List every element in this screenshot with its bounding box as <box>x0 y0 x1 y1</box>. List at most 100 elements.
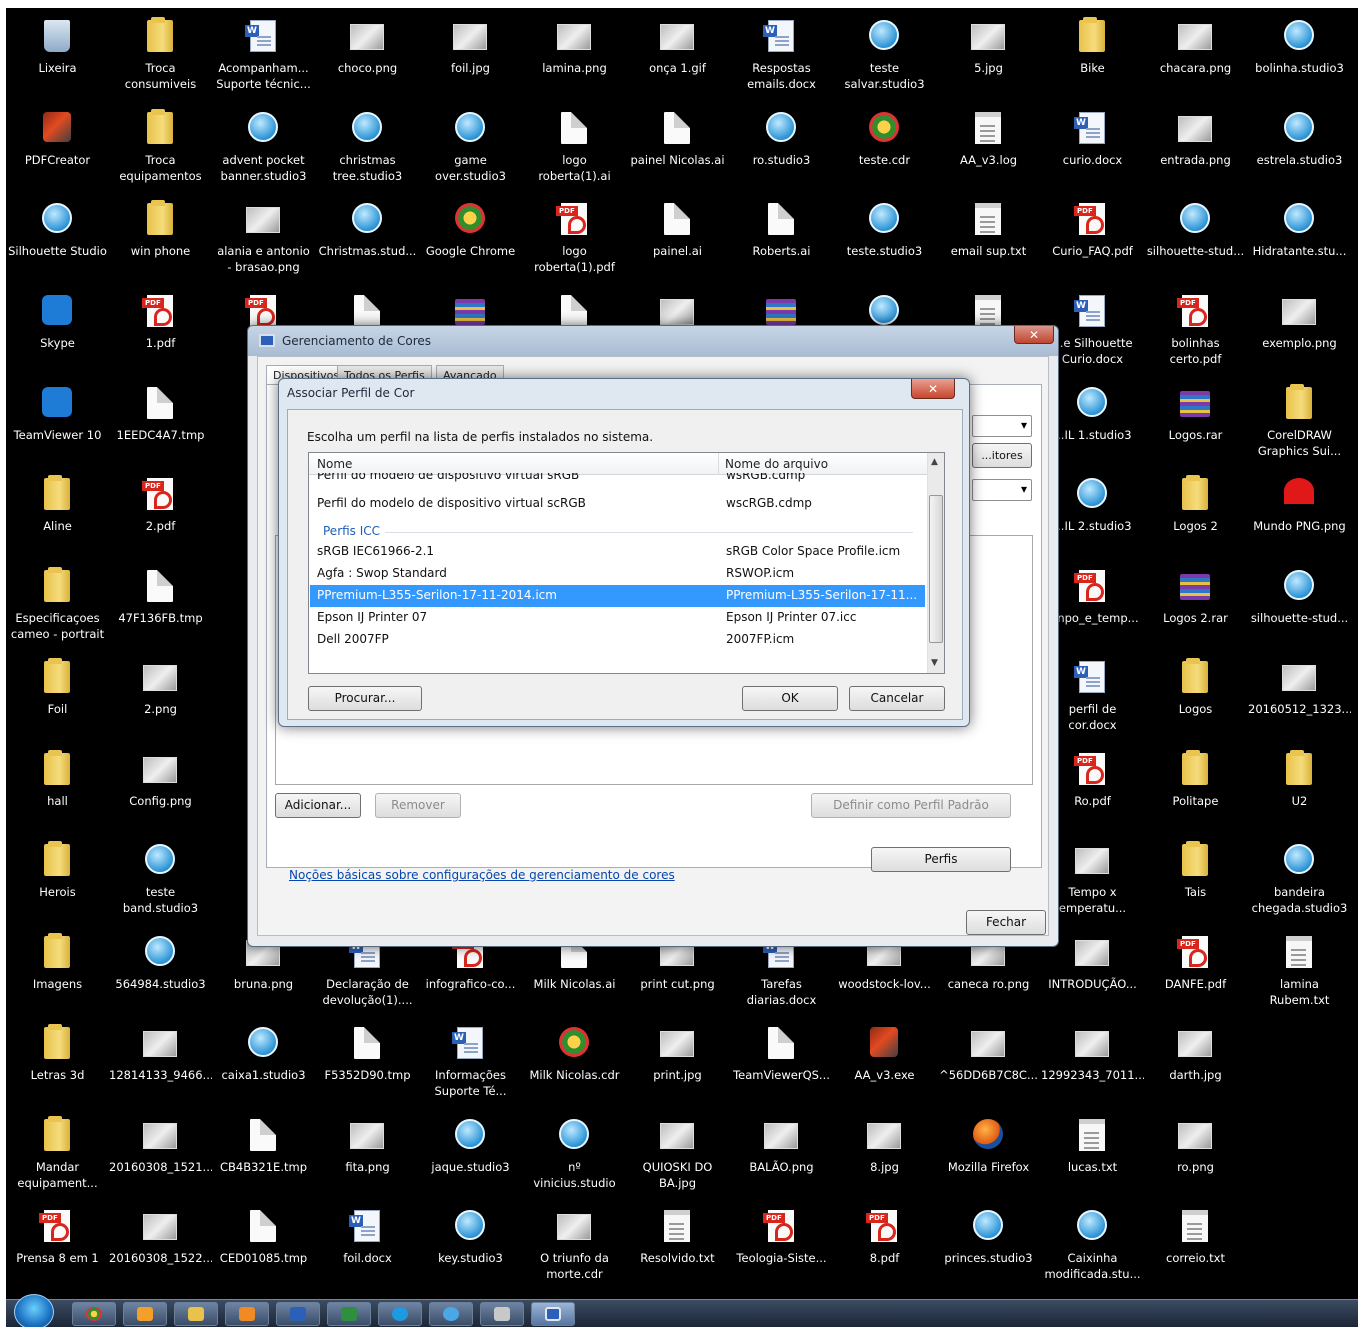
desktop-icon[interactable]: F5352D90.tmp <box>316 1021 419 1109</box>
desktop-icon[interactable]: teste.studio3 <box>833 197 936 285</box>
profiles-button[interactable]: Perfis <box>871 847 1011 872</box>
desktop-icon[interactable]: christmas tree.studio3 <box>316 106 419 194</box>
desktop-icon[interactable]: Prensa 8 em 1 <box>6 1204 109 1292</box>
desktop-icon[interactable]: silhouette-stud... <box>1248 564 1351 652</box>
desktop-icon[interactable]: estrela.studio3 <box>1248 106 1351 194</box>
desktop-icon[interactable]: lucas.txt <box>1041 1113 1144 1201</box>
desktop-icon[interactable]: key.studio3 <box>419 1204 522 1292</box>
desktop-icon[interactable]: curio.docx <box>1041 106 1144 194</box>
desktop-icon[interactable]: Skype <box>6 289 109 377</box>
taskbar-silhouette[interactable] <box>429 1302 473 1326</box>
desktop-icon[interactable]: 20160308_1521... <box>109 1113 212 1201</box>
list-item[interactable]: Agfa : Swop Standard RSWOP.icm <box>310 563 925 585</box>
desktop-icon[interactable]: 1.pdf <box>109 289 212 377</box>
desktop-icon[interactable]: DANFE.pdf <box>1144 930 1247 1018</box>
desktop-icon[interactable]: PDFCreator <box>6 106 109 194</box>
desktop-icon[interactable]: Tais <box>1144 838 1247 926</box>
desktop-icon[interactable]: AA_v3.log <box>937 106 1040 194</box>
desktop-icon[interactable]: caixa1.studio3 <box>212 1021 315 1109</box>
taskbar-chrome[interactable] <box>72 1302 116 1326</box>
desktop-icon[interactable]: Teologia-Siste... <box>730 1204 833 1292</box>
desktop-icon[interactable]: Respostas emails.docx <box>730 14 833 102</box>
desktop-icon[interactable]: Mozilla Firefox <box>937 1113 1040 1201</box>
desktop-icon[interactable]: Bike <box>1041 14 1144 102</box>
desktop-icon[interactable]: teste salvar.studio3 <box>833 14 936 102</box>
scrollbar-thumb[interactable] <box>929 495 943 643</box>
identify-monitors-button[interactable]: ...itores <box>972 443 1032 468</box>
taskbar-color-management[interactable] <box>531 1302 575 1326</box>
desktop-icon[interactable]: Christmas.stud... <box>316 197 419 285</box>
desktop-icon[interactable]: game over.studio3 <box>419 106 522 194</box>
ok-button[interactable]: OK <box>742 686 838 711</box>
desktop-icon[interactable]: painel.ai <box>626 197 729 285</box>
desktop-icon[interactable]: 564984.studio3 <box>109 930 212 1018</box>
desktop-icon[interactable]: Troca equipamentos <box>109 106 212 194</box>
list-item[interactable]: Perfil do modelo de dispositivo virtual … <box>310 493 925 515</box>
list-scrollbar[interactable]: ▲ ▼ <box>927 453 944 673</box>
desktop-icon[interactable]: advent pocket banner.studio3 <box>212 106 315 194</box>
desktop-icon[interactable]: QUIOSKI DO BA.jpg <box>626 1113 729 1201</box>
desktop-icon[interactable]: CED01085.tmp <box>212 1204 315 1292</box>
desktop-icon[interactable]: 12992343_7011... <box>1041 1021 1144 1109</box>
column-file[interactable]: Nome do arquivo <box>725 457 828 471</box>
desktop-icon[interactable]: Especificaçoes cameo - portrait <box>6 564 109 652</box>
desktop-icon[interactable]: Troca consumiveis <box>109 14 212 102</box>
dialog-close-button[interactable]: ✕ <box>911 379 955 399</box>
desktop-icon[interactable]: win phone <box>109 197 212 285</box>
desktop-icon[interactable]: 2.pdf <box>109 472 212 560</box>
desktop-icon[interactable]: nº vinicius.studio <box>523 1113 626 1201</box>
desktop-icon[interactable]: Caixinha modificada.stu... <box>1041 1204 1144 1292</box>
desktop-icon[interactable]: Imagens <box>6 930 109 1018</box>
start-button[interactable] <box>14 1294 54 1327</box>
desktop-icon[interactable]: Milk Nicolas.cdr <box>523 1021 626 1109</box>
desktop-icon[interactable]: Logos <box>1144 655 1247 743</box>
taskbar-explorer[interactable] <box>174 1302 218 1326</box>
list-item[interactable]: Dell 2007FP 2007FP.icm <box>310 629 925 651</box>
desktop-icon[interactable]: 20160512_1323... <box>1248 655 1351 743</box>
taskbar-excel[interactable] <box>327 1302 371 1326</box>
desktop-icon[interactable]: silhouette-stud... <box>1144 197 1247 285</box>
desktop-icon[interactable]: Resolvido.txt <box>626 1204 729 1292</box>
desktop-icon[interactable]: 8.pdf <box>833 1204 936 1292</box>
list-item[interactable]: sRGB IEC61966-2.1 sRGB Color Space Profi… <box>310 541 925 563</box>
color-management-titlebar[interactable]: Gerenciamento de Cores ✕ <box>248 326 1058 356</box>
desktop-icon[interactable]: Mandar equipament... <box>6 1113 109 1201</box>
scroll-up-icon[interactable]: ▲ <box>931 457 938 467</box>
desktop-icon[interactable]: Roberts.ai <box>730 197 833 285</box>
desktop-icon[interactable]: bandeira chegada.studio3 <box>1248 838 1351 926</box>
desktop-icon[interactable]: princes.studio3 <box>937 1204 1040 1292</box>
color-management-basics-link[interactable]: Noções básicas sobre configurações de ge… <box>289 868 675 882</box>
desktop-icon[interactable]: foil.jpg <box>419 14 522 102</box>
desktop-icon[interactable]: bolinha.studio3 <box>1248 14 1351 102</box>
desktop-icon[interactable]: 8.jpg <box>833 1113 936 1201</box>
desktop-icon[interactable]: teste band.studio3 <box>109 838 212 926</box>
desktop-icon[interactable]: logo roberta(1).pdf <box>523 197 626 285</box>
desktop-icon[interactable]: AA_v3.exe <box>833 1021 936 1109</box>
desktop-icon[interactable]: U2 <box>1248 747 1351 835</box>
list-item[interactable]: Perfil do modelo de dispositivo virtual … <box>310 473 925 487</box>
desktop-icon[interactable]: 12814133_9466... <box>109 1021 212 1109</box>
desktop-icon[interactable]: TeamViewerQS... <box>730 1021 833 1109</box>
profile-list[interactable]: Nome Nome do arquivo Perfil do modelo de… <box>308 452 945 674</box>
desktop-icon[interactable]: print.jpg <box>626 1021 729 1109</box>
desktop-icon[interactable]: Logos 2.rar <box>1144 564 1247 652</box>
close-button[interactable]: Fechar <box>966 910 1046 935</box>
desktop-icon[interactable]: Mundo PNG.png <box>1248 472 1351 560</box>
desktop-icon[interactable]: CorelDRAW Graphics Sui... <box>1248 381 1351 469</box>
desktop-icon[interactable]: entrada.png <box>1144 106 1247 194</box>
desktop-icon[interactable]: foil.docx <box>316 1204 419 1292</box>
taskbar-word[interactable] <box>276 1302 320 1326</box>
list-item-selected[interactable]: PPremium-L355-Serilon-17-11-2014.icm PPr… <box>310 585 925 607</box>
cancel-button[interactable]: Cancelar <box>849 686 945 711</box>
desktop-icon[interactable]: Acompanham... Suporte técnic... <box>212 14 315 102</box>
column-divider[interactable] <box>718 453 719 475</box>
desktop-icon[interactable]: CB4B321E.tmp <box>212 1113 315 1201</box>
desktop-icon[interactable]: jaque.studio3 <box>419 1113 522 1201</box>
desktop-icon[interactable]: onça 1.gif <box>626 14 729 102</box>
desktop-icon[interactable]: lamina Rubem.txt <box>1248 930 1351 1018</box>
desktop-icon[interactable]: bolinhas certo.pdf <box>1144 289 1247 377</box>
desktop-icon[interactable]: darth.jpg <box>1144 1021 1247 1109</box>
desktop-icon[interactable]: Config.png <box>109 747 212 835</box>
desktop-icon[interactable]: Letras 3d <box>6 1021 109 1109</box>
browse-button[interactable]: Procurar... <box>308 686 422 711</box>
